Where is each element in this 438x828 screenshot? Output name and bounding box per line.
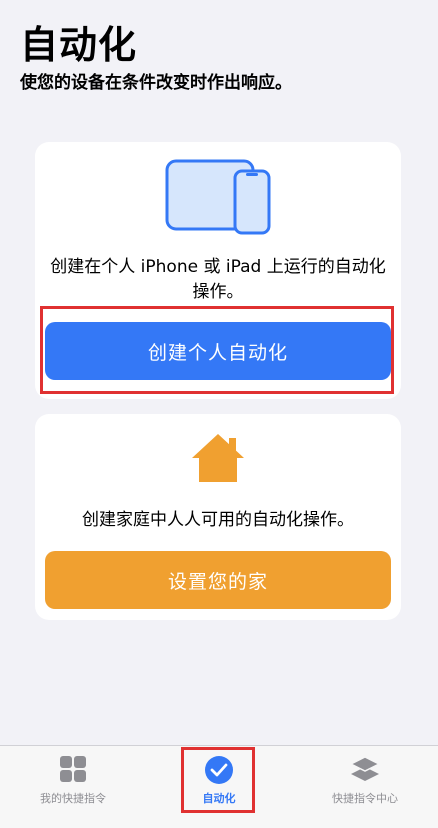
page-title: 自动化 — [20, 23, 138, 67]
home-automation-card: 创建家庭中人人可用的自动化操作。 设置您的家 — [35, 414, 401, 620]
tab-label: 快捷指令中心 — [332, 792, 398, 805]
highlight-create-button — [40, 306, 394, 394]
personal-automation-description: 创建在个人 iPhone 或 iPad 上运行的自动化操作。 — [50, 257, 386, 302]
grid-icon — [59, 755, 87, 787]
tab-gallery[interactable]: 快捷指令中心 — [292, 746, 438, 828]
iphone-ipad-icon — [164, 159, 272, 239]
set-up-home-button[interactable]: 设置您的家 — [45, 551, 391, 609]
home-automation-description: 创建家庭中人人可用的自动化操作。 — [82, 510, 354, 530]
house-icon — [190, 432, 246, 488]
page-subtitle: 使您的设备在条件改变时作出响应。 — [20, 73, 292, 93]
layers-icon — [349, 755, 381, 787]
tab-label: 我的快捷指令 — [40, 792, 106, 805]
tab-my-shortcuts[interactable]: 我的快捷指令 — [0, 746, 146, 828]
highlight-automation-tab — [181, 747, 255, 813]
